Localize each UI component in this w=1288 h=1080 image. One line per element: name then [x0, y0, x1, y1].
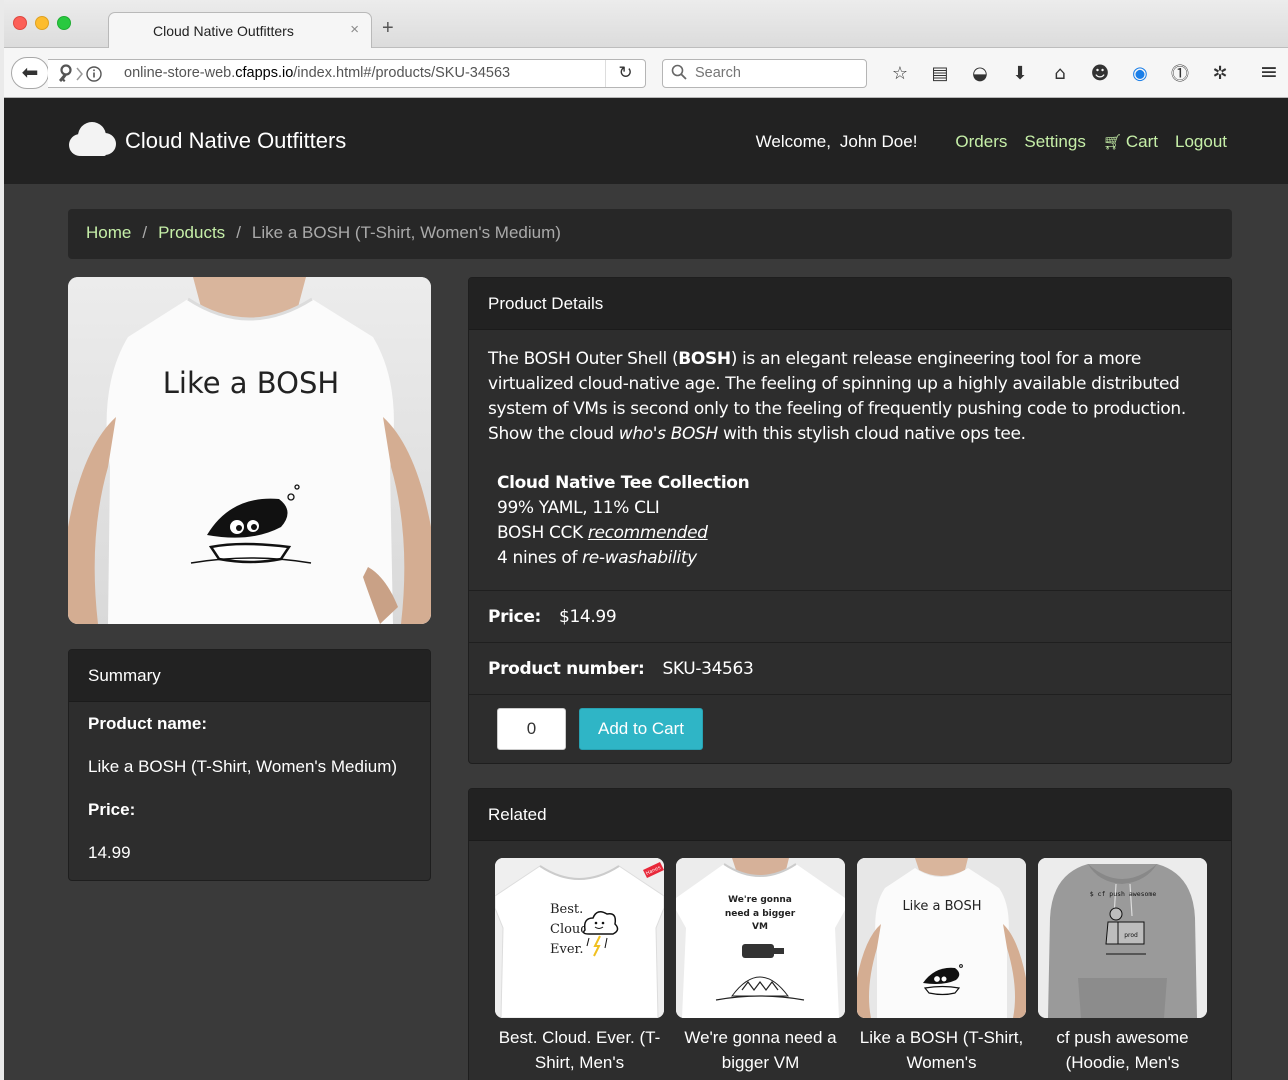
svg-text:We're gonna: We're gonna	[728, 895, 792, 905]
price-value: 14.99	[88, 843, 131, 862]
url-text[interactable]: online-store-web.cfapps.io/index.html#/p…	[124, 65, 510, 81]
nav-settings-link[interactable]: Settings	[1024, 132, 1085, 152]
collection-title: Cloud Native Tee Collection	[497, 473, 750, 493]
breadcrumb-home-link[interactable]: Home	[86, 223, 131, 242]
related-item[interactable]: Like a BOSH Like a BOSH (T-Shirt, Women'…	[857, 858, 1026, 1075]
related-item[interactable]: We're gonna need a bigger VM We're gonna…	[676, 858, 845, 1075]
collection-line: 99% YAML, 11% CLI	[497, 498, 660, 518]
product-image: Like a BOSH	[68, 277, 431, 624]
browser-tab[interactable]: Cloud Native Outfitters ×	[108, 12, 372, 49]
chat-icon[interactable]: ☻	[1080, 63, 1120, 84]
detail-number-row: Product number: SKU-34563	[469, 642, 1231, 694]
url-bar[interactable]: online-store-web.cfapps.io/index.html#/p…	[48, 59, 646, 88]
product-name-value: Like a BOSH (T-Shirt, Women's Medium)	[88, 757, 398, 776]
search-icon	[671, 64, 687, 84]
hamburger-menu-icon[interactable]: ≡	[1254, 60, 1284, 85]
cart-icon: 🛒︎	[1102, 134, 1122, 151]
zoom-window-button[interactable]	[57, 16, 71, 30]
product-name-label: Product name:	[88, 714, 208, 733]
password-manager-icon[interactable]: ⓵	[1160, 60, 1200, 86]
related-thumbnail[interactable]: Like a BOSH	[857, 858, 1026, 1018]
tab-close-icon[interactable]: ×	[350, 21, 359, 38]
breadcrumb: Home / Products / Like a BOSH (T-Shirt, Wome…	[68, 209, 1232, 259]
extension-circle-icon[interactable]: ◉	[1120, 63, 1160, 84]
svg-text:Like a BOSH: Like a BOSH	[902, 899, 981, 914]
back-arrow-icon: ⬅	[21, 60, 39, 84]
back-button[interactable]: ⬅	[11, 57, 49, 89]
price-label: Price:	[88, 800, 136, 819]
reading-list-icon[interactable]: ▤	[920, 63, 960, 84]
related-thumbnail[interactable]: We're gonna need a bigger VM	[676, 858, 845, 1018]
extension-bug-icon[interactable]: ✲	[1200, 63, 1240, 84]
related-item[interactable]: $ cf push awesome prod cf push awesome (…	[1038, 858, 1207, 1075]
related-item-name[interactable]: We're gonna need a bigger VM	[676, 1025, 845, 1075]
shirt-print-text: Like a BOSH	[163, 366, 339, 400]
related-grid: Hanes Best. Cloud. Ever. Best. Cloud. Ev…	[495, 858, 1219, 1075]
svg-text:$ cf push awesome: $ cf push awesome	[1090, 890, 1157, 898]
breadcrumb-separator: /	[236, 223, 241, 242]
web-page: Cloud Native Outfitters Welcome, John Doe…	[4, 98, 1288, 1080]
breadcrumb-current: Like a BOSH (T-Shirt, Women's Medium)	[251, 223, 561, 242]
nav-orders-link[interactable]: Orders	[955, 132, 1007, 152]
detail-number-label: Product number:	[488, 659, 645, 679]
user-name: John Doe!	[839, 132, 918, 151]
tab-title: Cloud Native Outfitters	[153, 23, 294, 39]
quantity-input[interactable]	[497, 708, 566, 750]
welcome-message: Welcome, John Doe!	[755, 132, 918, 151]
brand-name[interactable]: Cloud Native Outfitters	[125, 128, 346, 154]
related-thumbnail[interactable]: Hanes Best. Cloud. Ever.	[495, 858, 664, 1018]
pocket-icon[interactable]: ◒	[960, 63, 1000, 84]
search-bar[interactable]	[662, 59, 867, 88]
related-item-name[interactable]: cf push awesome (Hoodie, Men's	[1038, 1025, 1207, 1075]
svg-text:prod: prod	[1124, 932, 1138, 939]
detail-price-value: $14.99	[558, 607, 617, 627]
search-input[interactable]	[695, 65, 855, 81]
download-icon[interactable]: ⬇	[1000, 63, 1040, 84]
product-details-panel: Product Details The BOSH Outer Shell (BO…	[468, 277, 1232, 764]
site-header: Cloud Native Outfitters Welcome, John Doe…	[4, 98, 1288, 184]
collection-line: BOSH CCK recommended	[497, 523, 708, 543]
related-panel: Related Hanes Best. Cloud. Ever. Best. C…	[468, 788, 1232, 1080]
toolbar-icons: ☆ ▤ ◒ ⬇ ⌂ ☻ ◉ ⓵ ✲	[880, 60, 1240, 86]
title-bar: Cloud Native Outfitters × +	[4, 0, 1288, 49]
related-heading: Related	[469, 789, 1231, 841]
bookmark-star-icon[interactable]: ☆	[880, 63, 920, 84]
nav-cart-link[interactable]: 🛒︎ Cart	[1103, 132, 1158, 152]
browser-toolbar: ⬅ online-store-web.cfapps.io/index.html#…	[4, 48, 1288, 98]
breadcrumb-products-link[interactable]: Products	[158, 223, 225, 242]
browser-window: Cloud Native Outfitters × + ⬅ online-sto…	[4, 0, 1288, 1080]
collection-info: Cloud Native Tee Collection 99% YAML, 11…	[488, 471, 1212, 571]
home-icon[interactable]: ⌂	[1040, 63, 1080, 84]
related-item-name[interactable]: Best. Cloud. Ever. (T-Shirt, Men's	[495, 1025, 664, 1075]
cloud-logo-icon[interactable]	[66, 119, 118, 159]
svg-text:Best.: Best.	[550, 902, 583, 917]
site-identity-icon[interactable]	[56, 64, 112, 88]
close-window-button[interactable]	[13, 16, 27, 30]
site-nav: Welcome, John Doe! Orders Settings 🛒︎ Cart…	[756, 132, 1227, 152]
minimize-window-button[interactable]	[35, 16, 49, 30]
breadcrumb-separator: /	[142, 223, 148, 242]
summary-heading: Summary	[69, 650, 430, 702]
reload-icon[interactable]: ↻	[605, 60, 645, 87]
detail-price-label: Price:	[488, 607, 541, 627]
summary-panel: Summary Product name: Like a BOSH (T-Shi…	[68, 649, 431, 881]
related-item[interactable]: Hanes Best. Cloud. Ever. Best. Cloud. Ev…	[495, 858, 664, 1075]
related-thumbnail[interactable]: $ cf push awesome prod	[1038, 858, 1207, 1018]
add-to-cart-row: Add to Cart	[469, 694, 1231, 763]
related-item-name[interactable]: Like a BOSH (T-Shirt, Women's	[857, 1025, 1026, 1075]
add-to-cart-button[interactable]: Add to Cart	[579, 708, 703, 750]
svg-text:need a bigger: need a bigger	[725, 909, 796, 919]
detail-price-row: Price: $14.99	[469, 590, 1231, 642]
detail-number-value: SKU-34563	[662, 659, 754, 679]
product-details-heading: Product Details	[469, 278, 1231, 330]
collection-line: 4 nines of re-washability	[497, 548, 697, 568]
svg-text:Ever.: Ever.	[550, 942, 583, 957]
product-description: The BOSH Outer Shell (BOSH) is an elegan…	[469, 330, 1231, 590]
nav-logout-link[interactable]: Logout	[1175, 132, 1227, 152]
svg-text:VM: VM	[752, 922, 768, 932]
new-tab-button[interactable]: +	[382, 18, 394, 38]
